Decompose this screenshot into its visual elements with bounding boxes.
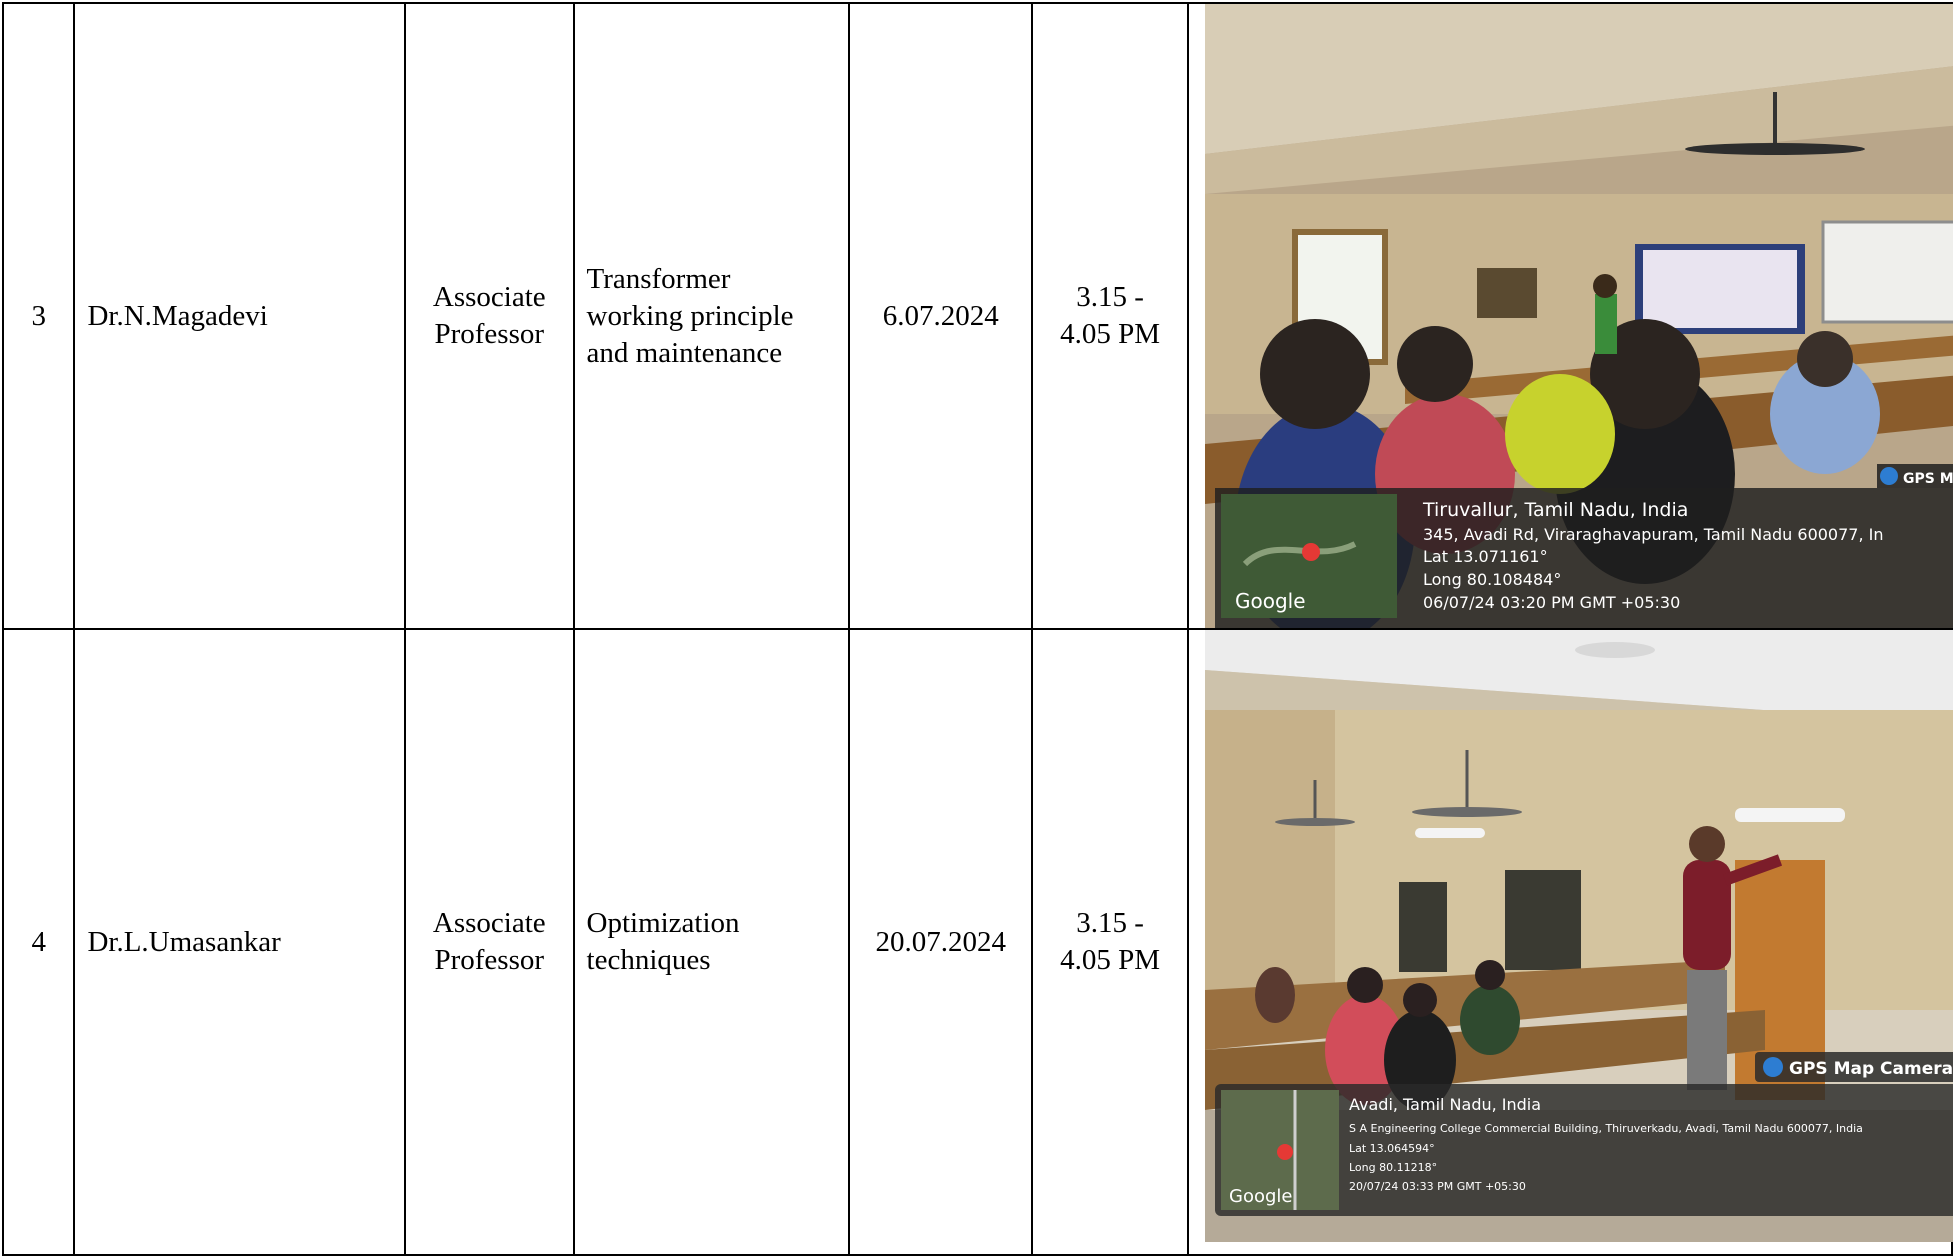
time-line: 3.15 - (1076, 281, 1144, 313)
lat-text: Lat 13.064594° (1349, 1142, 1435, 1155)
time-line: 4.05 PM (1060, 944, 1161, 976)
topic-line: Transformer (586, 262, 731, 295)
designation: Associate Professor (404, 2, 575, 630)
session-time: 3.15 - 4.05 PM (1031, 628, 1190, 1256)
table-row: 4 Dr.L.Umasankar Associate Professor Opt… (1, 628, 1953, 1256)
place-text: Avadi, Tamil Nadu, India (1349, 1095, 1541, 1114)
faculty-name: Dr.N.Magadevi (73, 2, 407, 630)
topic: Optimization techniques (572, 628, 851, 1256)
long-text: Long 80.108484° (1423, 570, 1561, 589)
time-line: 4.05 PM (1060, 318, 1161, 350)
designation-line: Associate (432, 907, 546, 939)
serial-number: 3 (1, 2, 76, 630)
place-text: Tiruvallur, Tamil Nadu, India (1422, 499, 1688, 521)
long-text: Long 80.11218° (1349, 1161, 1437, 1174)
timestamp-text: 06/07/24 03:20 PM GMT +05:30 (1423, 593, 1680, 612)
topic-line: and maintenance (586, 336, 783, 369)
designation-line: Associate (432, 281, 546, 313)
classroom-photo: Google GPS Map Camera Avadi, Tamil Nadu,… (1205, 630, 1953, 1242)
session-time: 3.15 - 4.05 PM (1031, 2, 1190, 630)
designation-line: Professor (434, 318, 545, 350)
topic-line: techniques (586, 944, 711, 976)
session-table: 3 Dr.N.Magadevi Associate Professor Tran… (1, 2, 1953, 1256)
time-line: 3.15 - (1076, 907, 1144, 939)
faculty-name: Dr.L.Umasankar (73, 628, 407, 1256)
address-text: S A Engineering College Commercial Build… (1349, 1122, 1863, 1135)
topic-line: working principle (586, 299, 794, 332)
app-label: GPS Map (1903, 471, 1953, 487)
designation: Associate Professor (404, 628, 575, 1256)
classroom-photo: Google GPS Map Tiruvallur, Tamil Nadu, I… (1205, 4, 1953, 628)
designation-line: Professor (434, 944, 545, 976)
lat-text: Lat 13.071161° (1423, 547, 1548, 566)
serial-number: 4 (1, 628, 76, 1256)
photo-cell: Google GPS Map Tiruvallur, Tamil Nadu, I… (1187, 2, 1953, 630)
table-row: 3 Dr.N.Magadevi Associate Professor Tran… (1, 2, 1953, 630)
classroom-photo-image: Google GPS Map Tiruvallur, Tamil Nadu, I… (1205, 4, 1953, 628)
address-text: 345, Avadi Rd, Viraraghavapuram, Tamil N… (1423, 525, 1884, 544)
session-date: 20.07.2024 (848, 628, 1034, 1256)
topic: Transformer working principle and mainte… (572, 2, 851, 630)
map-logo: Google (1235, 589, 1306, 613)
session-date: 6.07.2024 (848, 2, 1034, 630)
topic-line: Optimization (586, 907, 740, 939)
timestamp-text: 20/07/24 03:33 PM GMT +05:30 (1349, 1180, 1526, 1193)
map-logo: Google (1229, 1186, 1292, 1207)
app-label: GPS Map Camera (1789, 1059, 1953, 1079)
photo-cell: Google GPS Map Camera Avadi, Tamil Nadu,… (1187, 628, 1953, 1256)
classroom-photo-image: Google GPS Map Camera Avadi, Tamil Nadu,… (1205, 630, 1953, 1242)
